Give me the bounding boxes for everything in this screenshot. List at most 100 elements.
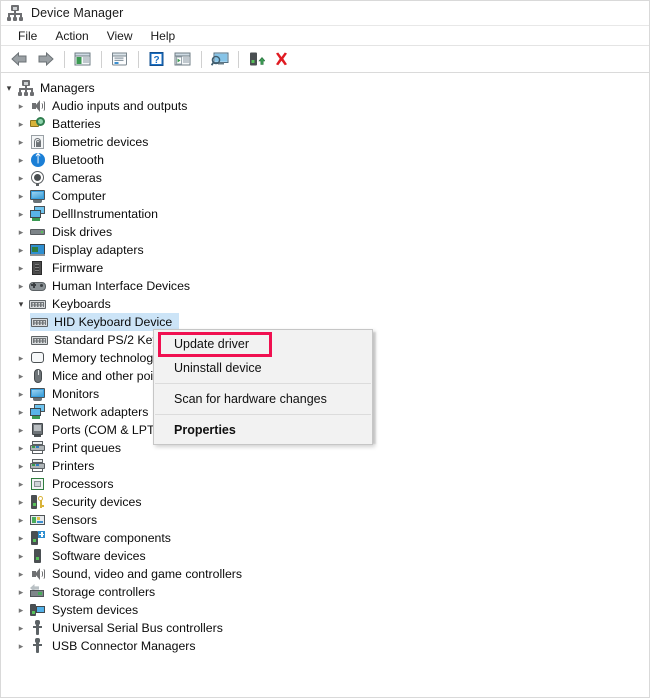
tree-item-usb-connector-managers[interactable]: ▸ USB Connector Managers	[1, 637, 649, 655]
fingerprint-icon	[29, 134, 47, 150]
tree-item-label: System devices	[52, 603, 139, 617]
printer-icon	[29, 458, 47, 474]
scan-for-hardware-changes-button[interactable]	[207, 48, 231, 70]
properties-button[interactable]	[107, 48, 131, 70]
tree-item-label: Batteries	[52, 117, 101, 131]
chevron-right-icon[interactable]: ▸	[13, 223, 29, 241]
chevron-right-icon[interactable]: ▸	[13, 547, 29, 565]
device-manager-icon	[7, 5, 23, 21]
chevron-right-icon[interactable]: ▸	[13, 277, 29, 295]
tree-item-human-interface-devices[interactable]: ▸ Human Interface Devices	[1, 277, 649, 295]
help-button[interactable]: ?	[144, 48, 168, 70]
chevron-right-icon[interactable]: ▸	[13, 511, 29, 529]
window-title: Device Manager	[31, 6, 124, 20]
uninstall-device-button[interactable]	[270, 48, 294, 70]
svg-text:?: ?	[153, 55, 159, 66]
tree-item-label: Software components	[52, 531, 171, 545]
tree-item-storage-controllers[interactable]: ▸ Storage controllers	[1, 583, 649, 601]
tree-item-label: Keyboards	[52, 297, 111, 311]
tree-item-firmware[interactable]: ▸ Firmware	[1, 259, 649, 277]
forward-button[interactable]	[33, 48, 57, 70]
menu-action[interactable]: Action	[46, 27, 97, 45]
tree-item-audio-inputs-and-outputs[interactable]: ▸ Audio inputs and outputs	[1, 97, 649, 115]
left-arrow-icon	[10, 52, 28, 66]
chevron-right-icon[interactable]: ▸	[13, 439, 29, 457]
tree-item-security-devices[interactable]: ▸ Security devices	[1, 493, 649, 511]
context-menu[interactable]: Update driver Uninstall device Scan for …	[153, 329, 373, 445]
chevron-right-icon[interactable]: ▸	[13, 241, 29, 259]
chevron-down-icon[interactable]: ▾	[1, 79, 17, 97]
disk-drive-icon	[29, 224, 47, 240]
toolbar-separator	[64, 50, 65, 68]
chevron-right-icon[interactable]: ▸	[13, 601, 29, 619]
gamepad-icon	[29, 278, 47, 294]
chevron-right-icon[interactable]: ▸	[13, 115, 29, 133]
context-menu-item-uninstall-device[interactable]: Uninstall device	[154, 356, 372, 380]
tree-item-keyboards[interactable]: ▾ Keyboards	[1, 295, 649, 313]
security-key-icon	[29, 494, 47, 510]
menu-help[interactable]: Help	[142, 27, 185, 45]
chevron-right-icon[interactable]: ▸	[13, 583, 29, 601]
keyboard-icon	[31, 332, 49, 348]
tree-item-software-components[interactable]: ▸ Software components	[1, 529, 649, 547]
menu-view[interactable]: View	[98, 27, 142, 45]
chevron-right-icon[interactable]: ▸	[13, 205, 29, 223]
chevron-right-icon[interactable]: ▸	[13, 403, 29, 421]
chevron-right-icon[interactable]: ▸	[13, 385, 29, 403]
tree-item-universal-serial-bus-controllers[interactable]: ▸ Universal Serial Bus controllers	[1, 619, 649, 637]
update-driver-toolbar-button[interactable]	[170, 48, 194, 70]
software-component-icon	[29, 530, 47, 546]
show-hide-console-tree-button[interactable]	[70, 48, 94, 70]
menu-file[interactable]: File	[9, 27, 46, 45]
chevron-right-icon[interactable]: ▸	[13, 97, 29, 115]
chevron-right-icon[interactable]: ▸	[13, 619, 29, 637]
chevron-right-icon[interactable]: ▸	[13, 457, 29, 475]
usb-icon	[29, 638, 47, 654]
chevron-down-icon[interactable]: ▾	[13, 295, 29, 313]
chevron-right-icon[interactable]: ▸	[13, 367, 29, 385]
chevron-right-icon[interactable]: ▸	[13, 421, 29, 439]
chevron-right-icon[interactable]: ▸	[13, 493, 29, 511]
tree-item-system-devices[interactable]: ▸ System devices	[1, 601, 649, 619]
tree-item-label: USB Connector Managers	[52, 639, 196, 653]
context-menu-item-scan-for-hardware-changes[interactable]: Scan for hardware changes	[154, 387, 372, 411]
tree-item-batteries[interactable]: ▸ Batteries	[1, 115, 649, 133]
tree-item-sensors[interactable]: ▸ Sensors	[1, 511, 649, 529]
chevron-right-icon[interactable]: ▸	[13, 187, 29, 205]
context-menu-item-properties[interactable]: Properties	[154, 418, 372, 442]
console-tree-icon	[74, 52, 91, 66]
chevron-right-icon[interactable]: ▸	[13, 151, 29, 169]
tree-item-sound-video-and-game-controllers[interactable]: ▸ Sound, video and game controllers	[1, 565, 649, 583]
tree-item-cameras[interactable]: ▸ Cameras	[1, 169, 649, 187]
tree-item-printers[interactable]: ▸ Printers	[1, 457, 649, 475]
tree-item-label: Cameras	[52, 171, 102, 185]
chevron-right-icon[interactable]: ▸	[13, 349, 29, 367]
mouse-icon	[29, 368, 47, 384]
tree-item-label: Ports (COM & LPT)	[52, 423, 159, 437]
tree-item-bluetooth[interactable]: ▸ ᛏ Bluetooth	[1, 151, 649, 169]
chevron-right-icon[interactable]: ▸	[13, 475, 29, 493]
tree-item-label: Universal Serial Bus controllers	[52, 621, 223, 635]
tree-item-software-devices[interactable]: ▸ Software devices	[1, 547, 649, 565]
back-button[interactable]	[7, 48, 31, 70]
tree-item-label: Disk drives	[52, 225, 113, 239]
enable-device-button[interactable]	[244, 48, 268, 70]
chevron-right-icon[interactable]: ▸	[13, 565, 29, 583]
chevron-right-icon[interactable]: ▸	[13, 529, 29, 547]
chevron-right-icon[interactable]: ▸	[13, 259, 29, 277]
storage-controller-icon	[29, 584, 47, 600]
two-monitors-icon	[29, 404, 47, 420]
chevron-right-icon[interactable]: ▸	[13, 169, 29, 187]
chevron-right-icon[interactable]: ▸	[13, 637, 29, 655]
chevron-right-icon[interactable]: ▸	[13, 133, 29, 151]
tree-item-processors[interactable]: ▸ Processors	[1, 475, 649, 493]
printer-icon	[29, 440, 47, 456]
tree-item-computer[interactable]: ▸ Computer	[1, 187, 649, 205]
tree-item-disk-drives[interactable]: ▸ Disk drives	[1, 223, 649, 241]
tree-root-managers[interactable]: ▾ Managers	[1, 79, 649, 97]
processor-icon	[29, 476, 47, 492]
tree-item-display-adapters[interactable]: ▸ Display adapters	[1, 241, 649, 259]
tree-item-dellinstrumentation[interactable]: ▸ DellInstrumentation	[1, 205, 649, 223]
tree-item-biometric-devices[interactable]: ▸ Biometric devices	[1, 133, 649, 151]
context-menu-item-update-driver[interactable]: Update driver	[154, 332, 372, 356]
